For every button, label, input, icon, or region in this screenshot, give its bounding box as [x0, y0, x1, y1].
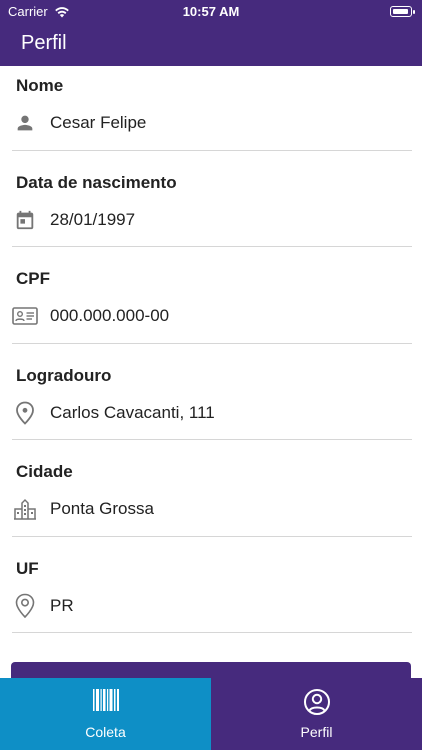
field-row[interactable]: 28/01/1997	[12, 207, 135, 233]
profile-form: Nome Cesar Felipe Data de nascimento 28/…	[0, 66, 422, 678]
divider	[12, 342, 412, 344]
field-value: PR	[50, 595, 74, 615]
field-value: 000.000.000-00	[50, 306, 170, 325]
city-icon	[12, 496, 38, 522]
field-label: Data de nascimento	[16, 172, 177, 192]
field-row[interactable]: Cesar Felipe	[12, 110, 146, 136]
id-card-icon	[12, 303, 38, 329]
page-title: Perfil	[21, 32, 67, 54]
field-row[interactable]: 000.000.000-00	[12, 303, 169, 329]
divider	[12, 439, 412, 440]
tab-label: Perfil	[300, 724, 333, 740]
divider	[12, 535, 412, 537]
calendar-icon	[12, 207, 38, 233]
person-icon	[12, 110, 38, 136]
tab-bar: Coleta Perfil	[0, 678, 422, 750]
field-logradouro: Logradouro Carlos Cavacanti, 111	[0, 356, 422, 453]
field-value: Ponta Grossa	[50, 499, 154, 518]
location-pin-outline-icon	[12, 593, 38, 619]
field-row[interactable]: Ponta Grossa	[12, 496, 154, 522]
tab-perfil[interactable]: Perfil	[211, 678, 422, 750]
tab-coleta[interactable]: Coleta	[0, 678, 211, 750]
barcode-icon	[0, 688, 211, 712]
field-nome: Nome Cesar Felipe	[0, 66, 422, 163]
field-value: Cesar Felipe	[50, 113, 147, 132]
tab-label: Coleta	[85, 724, 126, 740]
save-button[interactable]	[11, 662, 411, 678]
field-label: Logradouro	[16, 365, 112, 385]
field-value: Carlos Cavacanti, 111	[50, 402, 215, 422]
account-circle-icon	[211, 688, 422, 716]
field-label: Nome	[16, 76, 64, 95]
location-pin-icon	[12, 400, 38, 426]
field-value: 28/01/1997	[50, 209, 136, 229]
battery-icon	[390, 6, 415, 17]
field-label: CPF	[16, 269, 50, 288]
field-cpf: CPF 000.000.000-00	[0, 259, 422, 356]
divider	[12, 632, 412, 633]
field-row[interactable]: Carlos Cavacanti, 111	[12, 400, 215, 426]
field-data-nascimento: Data de nascimento 28/01/1997	[0, 163, 422, 260]
divider	[12, 246, 412, 247]
field-label: Cidade	[16, 462, 73, 481]
divider	[12, 149, 412, 151]
status-bar: Carrier 10:57 AM	[0, 0, 422, 24]
status-time: 10:57 AM	[182, 4, 240, 19]
field-label: UF	[16, 558, 39, 578]
app-header: Perfil	[0, 24, 422, 66]
field-cidade: Cidade Ponta Grossa	[0, 452, 422, 549]
field-row[interactable]: PR	[12, 593, 74, 619]
field-uf: UF PR	[0, 549, 422, 646]
